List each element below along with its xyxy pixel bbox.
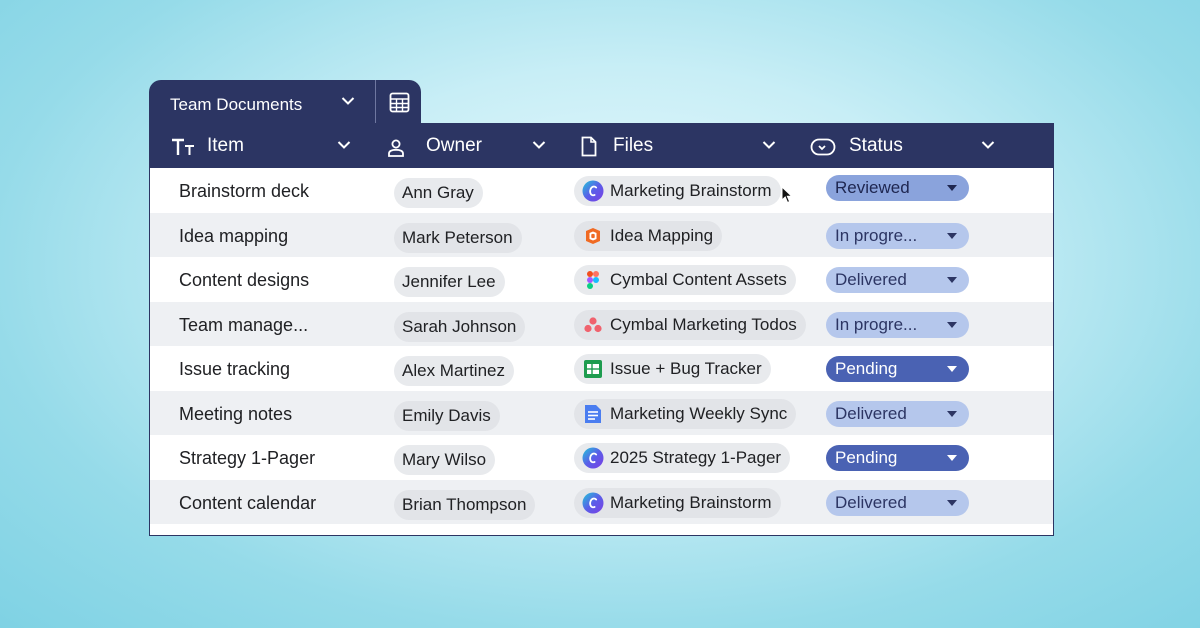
figma-icon bbox=[582, 269, 604, 291]
sheets-icon bbox=[582, 358, 604, 380]
status-dropdown[interactable]: Pending bbox=[826, 356, 969, 382]
file-chip[interactable]: Cymbal Marketing Todos bbox=[574, 309, 806, 340]
caret-down-icon bbox=[947, 455, 957, 461]
person-icon bbox=[388, 139, 404, 157]
column-header-files[interactable]: Files bbox=[565, 124, 795, 168]
chevron-down-icon[interactable] bbox=[532, 140, 546, 150]
status-dropdown[interactable]: In progre... bbox=[826, 222, 969, 249]
canva-icon bbox=[582, 180, 604, 202]
column-label: Item bbox=[207, 135, 244, 156]
table-grid-icon bbox=[389, 92, 410, 113]
table-row[interactable]: Strategy 1-Pager Mary Wilso 2025 Strategy … bbox=[150, 435, 1053, 479]
documents-table: Item Owner Files Status Brainstorm deck … bbox=[149, 123, 1054, 536]
status-label: Pending bbox=[835, 448, 898, 467]
table-row[interactable]: Brainstorm deck Ann Gray Marketing Brainst… bbox=[150, 168, 1053, 212]
file-name: Cymbal Marketing Todos bbox=[610, 314, 797, 334]
item-name[interactable]: Strategy 1-Pager bbox=[179, 448, 315, 469]
item-name[interactable]: Content designs bbox=[179, 270, 309, 291]
chevron-down-icon bbox=[341, 97, 355, 105]
caret-down-icon bbox=[947, 232, 957, 239]
mouse-pointer-icon bbox=[781, 186, 793, 204]
status-dropdown[interactable]: Reviewed bbox=[826, 175, 969, 201]
owner-chip[interactable]: Jennifer Lee bbox=[394, 267, 505, 297]
owner-chip[interactable]: Mary Wilso bbox=[394, 445, 496, 475]
chevron-down-icon[interactable] bbox=[981, 140, 995, 150]
miro-icon bbox=[582, 225, 604, 247]
caret-down-icon bbox=[947, 277, 957, 283]
file-chip[interactable]: Cymbal Content Assets bbox=[574, 265, 796, 295]
item-name[interactable]: Meeting notes bbox=[179, 404, 292, 425]
asana-icon bbox=[582, 314, 604, 336]
table-view-button[interactable] bbox=[376, 80, 421, 125]
file-name: Marketing Weekly Sync bbox=[610, 403, 788, 423]
file-name: Issue + Bug Tracker bbox=[610, 359, 762, 378]
status-label: Delivered bbox=[835, 492, 907, 512]
status-dropdown[interactable]: Delivered bbox=[826, 267, 969, 293]
status-label: Delivered bbox=[835, 403, 907, 423]
toggle-icon bbox=[810, 138, 836, 156]
file-chip[interactable]: Issue + Bug Tracker bbox=[574, 354, 771, 384]
table-row[interactable]: Content designs Jennifer Lee Cymbal Conten… bbox=[150, 257, 1053, 301]
tab-team-documents[interactable]: Team Documents bbox=[149, 80, 375, 125]
status-label: Reviewed bbox=[835, 178, 910, 197]
status-dropdown[interactable]: Pending bbox=[826, 445, 969, 471]
status-dropdown[interactable]: In progre... bbox=[826, 311, 969, 338]
table-row[interactable]: Idea mapping Mark Peterson Idea Mapping In … bbox=[150, 212, 1053, 257]
docs-icon bbox=[582, 403, 604, 425]
owner-chip[interactable]: Mark Peterson bbox=[394, 222, 522, 253]
file-name: Cymbal Content Assets bbox=[610, 270, 787, 289]
column-label: Owner bbox=[426, 135, 482, 156]
file-chip[interactable]: Marketing Brainstorm bbox=[574, 487, 781, 518]
item-name[interactable]: Idea mapping bbox=[179, 226, 288, 247]
status-label: In progre... bbox=[835, 225, 918, 245]
canva-icon bbox=[582, 492, 604, 514]
item-name[interactable]: Content calendar bbox=[179, 493, 316, 514]
text-format-icon bbox=[172, 138, 194, 155]
column-header-owner[interactable]: Owner bbox=[375, 124, 565, 168]
column-header-item[interactable]: Item bbox=[150, 124, 375, 168]
table-header: Item Owner Files Status bbox=[150, 124, 1053, 168]
owner-chip[interactable]: Sarah Johnson bbox=[394, 311, 526, 342]
file-name: Marketing Brainstorm bbox=[610, 492, 772, 512]
caret-down-icon bbox=[947, 321, 957, 328]
status-label: Pending bbox=[835, 359, 898, 378]
file-chip[interactable]: Idea Mapping bbox=[574, 220, 723, 251]
chevron-down-icon[interactable] bbox=[762, 140, 776, 150]
table-row[interactable]: Issue tracking Alex Martinez Issue + Bug T… bbox=[150, 346, 1053, 390]
owner-chip[interactable]: Alex Martinez bbox=[394, 356, 514, 386]
item-name[interactable]: Team manage... bbox=[179, 315, 308, 336]
table-row[interactable]: Content calendar Brian Thompson Marketing … bbox=[150, 479, 1053, 524]
status-label: Delivered bbox=[835, 270, 907, 289]
item-name[interactable]: Issue tracking bbox=[179, 359, 290, 380]
item-name[interactable]: Brainstorm deck bbox=[179, 181, 309, 202]
file-chip[interactable]: 2025 Strategy 1-Pager bbox=[574, 443, 791, 473]
owner-chip[interactable]: Brian Thompson bbox=[394, 489, 536, 520]
file-name: Marketing Brainstorm bbox=[610, 181, 772, 200]
column-header-status[interactable]: Status bbox=[795, 124, 1053, 168]
table-row[interactable]: Team manage... Sarah Johnson Cymbal Market… bbox=[150, 301, 1053, 346]
status-label: In progre... bbox=[835, 314, 918, 334]
owner-chip[interactable]: Ann Gray bbox=[394, 178, 483, 208]
file-name: 2025 Strategy 1-Pager bbox=[610, 448, 782, 467]
status-dropdown[interactable]: Delivered bbox=[826, 489, 969, 516]
tab-title: Team Documents bbox=[170, 95, 303, 114]
file-chip[interactable]: Marketing Weekly Sync bbox=[574, 398, 797, 429]
file-name: Idea Mapping bbox=[610, 225, 714, 245]
caret-down-icon bbox=[947, 366, 957, 372]
caret-down-icon bbox=[947, 185, 957, 191]
caret-down-icon bbox=[947, 499, 957, 506]
owner-chip[interactable]: Emily Davis bbox=[394, 400, 500, 431]
chevron-down-icon[interactable] bbox=[337, 140, 351, 150]
tab-bar: Team Documents bbox=[149, 80, 421, 125]
caret-down-icon bbox=[947, 410, 957, 417]
status-dropdown[interactable]: Delivered bbox=[826, 400, 969, 427]
file-icon bbox=[581, 136, 597, 157]
column-label: Files bbox=[613, 135, 654, 156]
canva-icon bbox=[582, 447, 604, 469]
file-chip[interactable]: Marketing Brainstorm bbox=[574, 176, 781, 206]
column-label: Status bbox=[849, 135, 903, 156]
table-row[interactable]: Meeting notes Emily Davis Marketing Weekly… bbox=[150, 390, 1053, 435]
